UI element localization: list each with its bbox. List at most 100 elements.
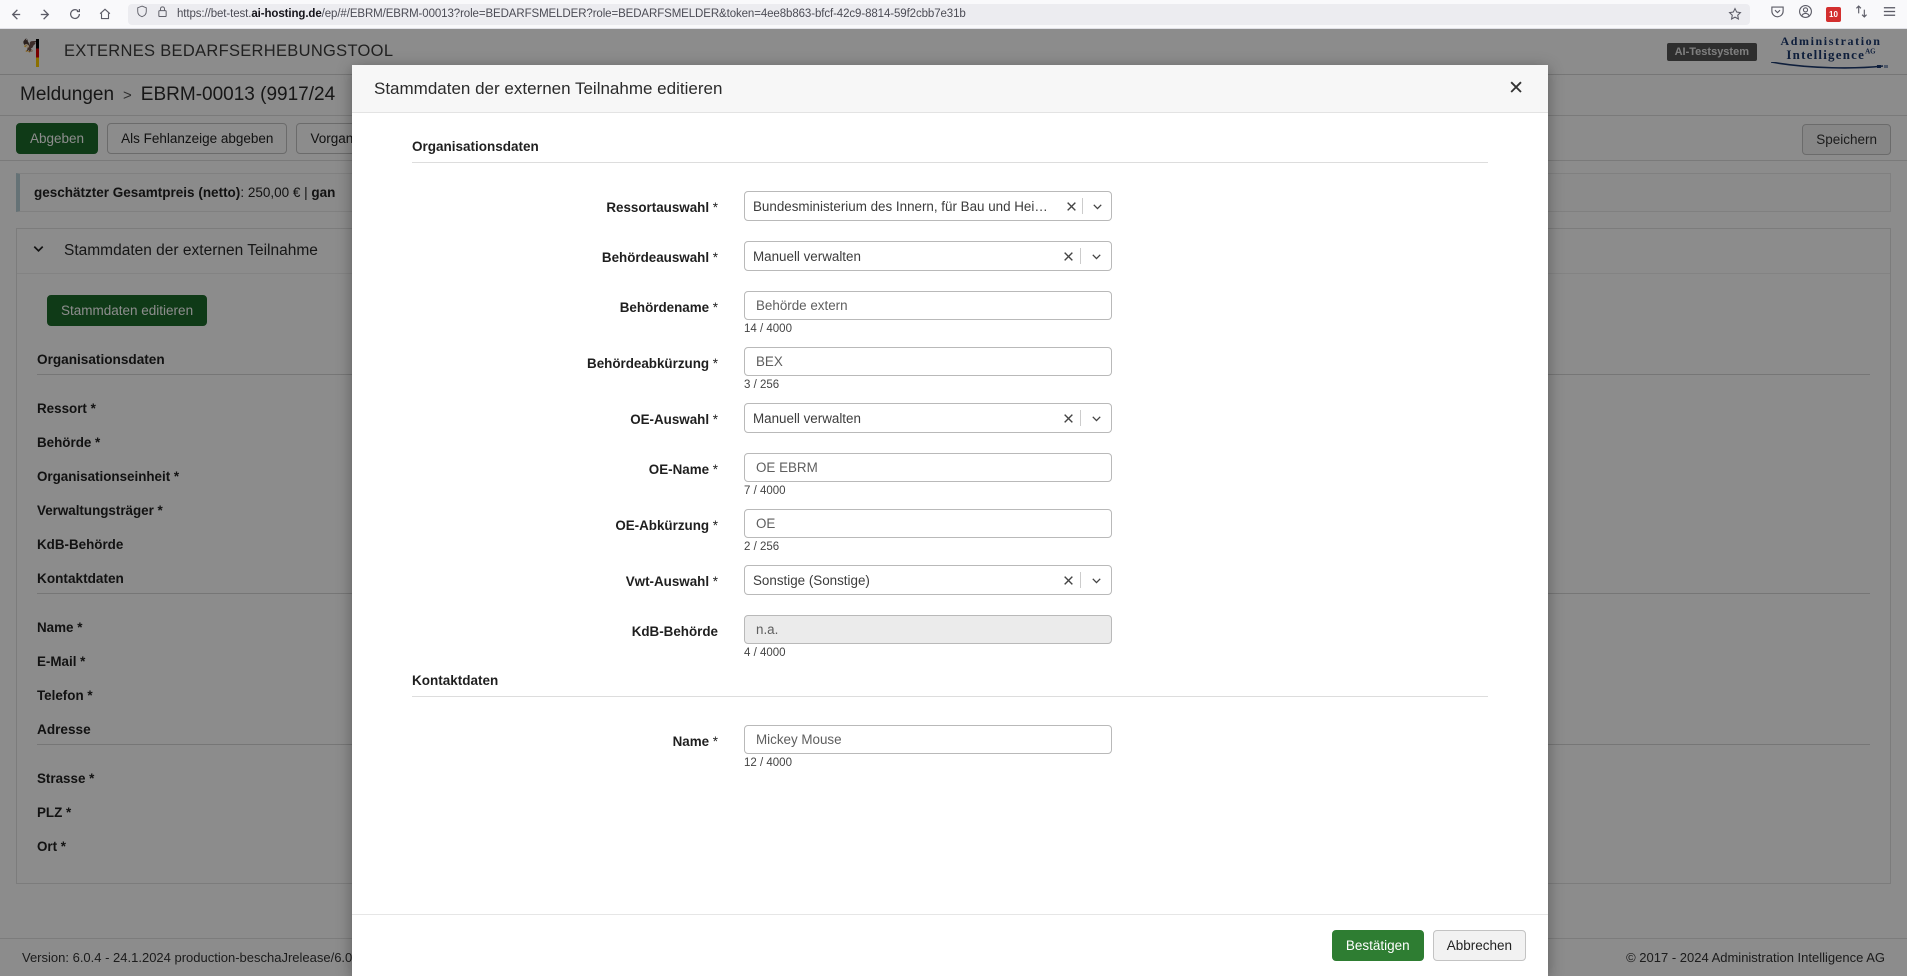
lock-icon[interactable] — [157, 5, 168, 23]
forward-arrow-icon[interactable] — [30, 2, 60, 26]
field-control-kdb-behoerde: n.a. 4 / 4000 — [744, 615, 1112, 659]
input-behoerdename[interactable]: Behörde extern — [744, 291, 1112, 320]
field-row-behoerdeabkuerzung: Behördeabkürzung * BEX 3 / 256 — [412, 347, 1488, 391]
field-row-kdb-behoerde: KdB-Behörde n.a. 4 / 4000 — [412, 615, 1488, 659]
confirm-button[interactable]: Bestätigen — [1331, 930, 1424, 961]
char-counter-behoerdename: 14 / 4000 — [744, 323, 792, 335]
field-label-oe-auswahl: OE-Auswahl * — [630, 412, 718, 427]
char-counter-oe-abkuerzung: 2 / 256 — [744, 541, 780, 553]
field-row-vwt-auswahl: Vwt-Auswahl * Sonstige (Sonstige) — [412, 565, 1488, 603]
select-oe-auswahl[interactable]: Manuell verwalten — [744, 403, 1112, 433]
field-control-ressortauswahl: Bundesministerium des Innern, für Bau un… — [744, 191, 1112, 229]
select-value-ressortauswahl: Bundesministerium des Innern, für Bau un… — [753, 198, 1061, 214]
home-icon[interactable] — [90, 2, 120, 26]
dialog-header: Stammdaten der externen Teilnahme editie… — [352, 65, 1548, 113]
pocket-icon[interactable] — [1770, 4, 1785, 24]
required-marker: * — [709, 734, 718, 749]
dialog-section-kontaktdaten: Kontaktdaten — [412, 673, 1488, 697]
field-row-oe-abkuerzung: OE-Abkürzung * OE 2 / 256 — [412, 509, 1488, 553]
select-value-oe-auswahl: Manuell verwalten — [753, 410, 861, 426]
browser-chrome: https://bet-test.ai-hosting.de/ep/#/EBRM… — [0, 0, 1907, 29]
reload-icon[interactable] — [60, 2, 90, 26]
input-name[interactable]: Mickey Mouse — [744, 725, 1112, 754]
dialog-title: Stammdaten der externen Teilnahme editie… — [374, 78, 723, 98]
clear-x-icon[interactable] — [1060, 201, 1082, 212]
required-marker: * — [709, 356, 718, 371]
required-marker: * — [709, 200, 718, 215]
field-label-name: Name * — [672, 734, 718, 749]
dialog-footer: Bestätigen Abbrechen — [352, 914, 1548, 976]
required-marker: * — [709, 250, 718, 265]
field-control-oe-auswahl: Manuell verwalten — [744, 403, 1112, 441]
field-row-oe-auswahl: OE-Auswahl * Manuell verwalten — [412, 403, 1488, 441]
field-spacer — [744, 271, 1112, 279]
extension-badge-icon[interactable]: 10 — [1826, 6, 1841, 22]
field-row-oe-name: OE-Name * OE EBRM 7 / 4000 — [412, 453, 1488, 497]
field-control-name: Mickey Mouse 12 / 4000 — [744, 725, 1112, 769]
field-control-oe-name: OE EBRM 7 / 4000 — [744, 453, 1112, 497]
field-spacer — [744, 595, 1112, 603]
required-marker: * — [709, 518, 718, 533]
select-vwt-auswahl[interactable]: Sonstige (Sonstige) — [744, 565, 1112, 595]
shield-icon[interactable] — [136, 5, 148, 23]
chevron-down-icon[interactable] — [1081, 250, 1111, 263]
cancel-button[interactable]: Abbrechen — [1432, 930, 1526, 961]
field-row-ressortauswahl: Ressortauswahl * Bundesministerium des In… — [412, 191, 1488, 229]
star-icon[interactable] — [1728, 7, 1742, 21]
clear-x-icon[interactable] — [1056, 413, 1080, 424]
field-spacer — [744, 221, 1112, 229]
field-label-kdb-behoerde: KdB-Behörde — [631, 624, 718, 639]
required-marker: * — [709, 412, 718, 427]
required-marker: * — [709, 462, 718, 477]
field-control-behoerdeabkuerzung: BEX 3 / 256 — [744, 347, 1112, 391]
select-value-vwt-auswahl: Sonstige (Sonstige) — [753, 572, 870, 588]
input-behoerdeabkuerzung[interactable]: BEX — [744, 347, 1112, 376]
sync-icon[interactable] — [1854, 4, 1869, 24]
char-counter-oe-name: 7 / 4000 — [744, 485, 786, 497]
extension-badge-count: 10 — [1826, 6, 1841, 22]
dialog-section-organisationsdaten: Organisationsdaten — [412, 139, 1488, 163]
organisation-fields-group: Ressortauswahl * Bundesministerium des In… — [412, 191, 1488, 659]
select-value-behoerdeauswahl: Manuell verwalten — [753, 248, 861, 264]
urlbar-icon-group — [136, 5, 168, 23]
char-counter-name: 12 / 4000 — [744, 757, 792, 769]
edit-master-data-dialog: Stammdaten der externen Teilnahme editie… — [352, 65, 1548, 976]
field-control-behoerdeauswahl: Manuell verwalten — [744, 241, 1112, 279]
char-counter-behoerdeabkuerzung: 3 / 256 — [744, 379, 780, 391]
input-oe-abkuerzung[interactable]: OE — [744, 509, 1112, 538]
input-kdb-behoerde: n.a. — [744, 615, 1112, 644]
required-marker: * — [709, 574, 718, 589]
clear-x-icon[interactable] — [1056, 251, 1080, 262]
browser-toolbar-right: 10 — [1756, 4, 1907, 24]
chevron-down-icon[interactable] — [1081, 412, 1111, 425]
contact-fields-group: Name * Mickey Mouse 12 / 4000 — [412, 725, 1488, 769]
field-control-vwt-auswahl: Sonstige (Sonstige) — [744, 565, 1112, 603]
field-spacer — [744, 433, 1112, 441]
field-row-behoerdeauswahl: Behördeauswahl * Manuell verwalten — [412, 241, 1488, 279]
select-ressortauswahl[interactable]: Bundesministerium des Innern, für Bau un… — [744, 191, 1112, 221]
close-icon[interactable]: ✕ — [1506, 75, 1526, 102]
url-text[interactable]: https://bet-test.ai-hosting.de/ep/#/EBRM… — [177, 8, 1728, 20]
input-oe-name[interactable]: OE EBRM — [744, 453, 1112, 482]
field-label-behoerdename: Behördename * — [619, 300, 718, 315]
field-label-behoerdeauswahl: Behördeauswahl * — [601, 250, 718, 265]
field-row-name: Name * Mickey Mouse 12 / 4000 — [412, 725, 1488, 769]
field-control-oe-abkuerzung: OE 2 / 256 — [744, 509, 1112, 553]
clear-x-icon[interactable] — [1056, 575, 1080, 586]
field-row-behoerdename: Behördename * Behörde extern 14 / 4000 — [412, 291, 1488, 335]
field-label-ressortauswahl: Ressortauswahl * — [606, 200, 718, 215]
char-counter-kdb-behoerde: 4 / 4000 — [744, 647, 786, 659]
required-marker: * — [709, 300, 718, 315]
hamburger-menu-icon[interactable] — [1882, 4, 1897, 24]
chevron-down-icon[interactable] — [1083, 200, 1111, 213]
account-icon[interactable] — [1798, 4, 1813, 24]
back-arrow-icon[interactable] — [0, 2, 30, 26]
select-behoerdeauswahl[interactable]: Manuell verwalten — [744, 241, 1112, 271]
url-bar[interactable]: https://bet-test.ai-hosting.de/ep/#/EBRM… — [128, 3, 1750, 25]
dialog-body: Organisationsdaten Ressortauswahl * Bunde… — [352, 113, 1548, 914]
field-label-vwt-auswahl: Vwt-Auswahl * — [625, 574, 718, 589]
field-label-oe-name: OE-Name * — [648, 462, 718, 477]
field-control-behoerdename: Behörde extern 14 / 4000 — [744, 291, 1112, 335]
chevron-down-icon[interactable] — [1081, 574, 1111, 587]
field-label-behoerdeabkuerzung: Behördeabkürzung * — [587, 356, 718, 371]
